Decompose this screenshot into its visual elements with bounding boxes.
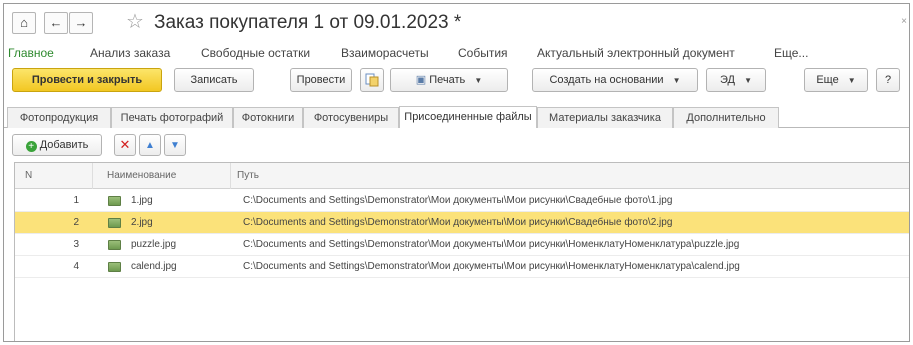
section-edoc[interactable]: Актуальный электронный документ: [537, 42, 735, 64]
forward-button[interactable]: →: [69, 12, 93, 34]
title-bar: ⌂ ← → ☆ Заказ покупателя 1 от 09.01.2023…: [4, 4, 909, 42]
table-header: N Наименование Путь: [15, 163, 909, 189]
edo-button[interactable]: ЭД ▼: [706, 68, 766, 92]
tab-bar: Фотопродукция Печать фотографий Фотокниг…: [4, 104, 909, 128]
document-window: ⌂ ← → ☆ Заказ покупателя 1 от 09.01.2023…: [3, 3, 910, 342]
chevron-down-icon: ▼: [672, 76, 681, 85]
close-icon[interactable]: ×: [901, 16, 907, 27]
row-number: 1: [73, 195, 79, 206]
chevron-down-icon: ▼: [474, 76, 483, 85]
star-icon[interactable]: ☆: [126, 11, 144, 33]
delete-button[interactable]: ✕: [114, 134, 136, 156]
more-button[interactable]: Еще ▼: [804, 68, 868, 92]
create-based-on-button[interactable]: Создать на основании ▼: [532, 68, 698, 92]
row-file-path: C:\Documents and Settings\Demonstrator\М…: [243, 239, 740, 250]
back-button[interactable]: ←: [44, 12, 68, 34]
edo-label: ЭД: [720, 74, 735, 86]
row-file-path: C:\Documents and Settings\Demonstrator\М…: [243, 217, 673, 228]
section-free-stock[interactable]: Свободные остатки: [201, 42, 310, 64]
tab-customer-materials[interactable]: Материалы заказчика: [537, 107, 673, 128]
table-row[interactable]: 4 calend.jpg C:\Documents and Settings\Dem…: [15, 256, 909, 278]
arrow-up-icon: ▲: [145, 140, 155, 151]
post-button[interactable]: Провести: [290, 68, 352, 92]
chevron-down-icon: ▼: [744, 76, 752, 85]
section-main[interactable]: Главное: [8, 42, 54, 64]
tab-photo-print[interactable]: Печать фотографий: [111, 107, 233, 128]
row-file-name: 1.jpg: [131, 195, 153, 206]
row-file-path: C:\Documents and Settings\Demonstrator\М…: [243, 195, 673, 206]
print-button[interactable]: ▣ Печать ▼: [390, 68, 508, 92]
chevron-down-icon: ▼: [847, 76, 856, 85]
section-settlements[interactable]: Взаиморасчеты: [341, 42, 429, 64]
image-file-icon: [108, 196, 121, 206]
tab-photobooks[interactable]: Фотокниги: [233, 107, 303, 128]
section-order-analysis[interactable]: Анализ заказа: [90, 42, 170, 64]
row-file-name: 2.jpg: [131, 217, 153, 228]
post-and-close-button[interactable]: Провести и закрыть: [12, 68, 162, 92]
add-label: Добавить: [39, 139, 89, 151]
more-label: Еще: [816, 74, 839, 86]
row-file-name: calend.jpg: [131, 261, 177, 272]
column-header-n[interactable]: N: [15, 163, 93, 189]
row-number: 3: [73, 239, 79, 250]
arrow-down-icon: ▼: [170, 140, 180, 151]
create-based-label: Создать на основании: [549, 74, 664, 86]
attached-files-table: N Наименование Путь 1 1.jpg C:\Documents a…: [14, 162, 909, 341]
section-events[interactable]: События: [458, 42, 508, 64]
command-bar: Провести и закрыть Записать Провести ▣ П…: [4, 68, 909, 98]
section-panel: Главное Анализ заказа Свободные остатки …: [4, 42, 909, 64]
document-flow-icon: [365, 73, 379, 87]
row-file-path: C:\Documents and Settings\Demonstrator\М…: [243, 261, 740, 272]
add-icon: +: [25, 141, 37, 152]
row-number: 4: [73, 261, 79, 272]
home-icon[interactable]: ⌂: [12, 12, 36, 34]
move-up-button[interactable]: ▲: [139, 134, 161, 156]
table-row[interactable]: 2 2.jpg C:\Documents and Settings\Demonstr…: [15, 212, 909, 234]
tab-additional[interactable]: Дополнительно: [673, 107, 779, 128]
document-flow-button[interactable]: [360, 68, 384, 92]
column-header-path[interactable]: Путь: [231, 163, 909, 189]
write-button[interactable]: Записать: [174, 68, 254, 92]
column-header-name[interactable]: Наименование: [93, 163, 231, 189]
image-file-icon: [108, 240, 121, 250]
tab-photo-souvenirs[interactable]: Фотосувениры: [303, 107, 399, 128]
table-row[interactable]: 1 1.jpg C:\Documents and Settings\Demonstr…: [15, 190, 909, 212]
tab-photo-products[interactable]: Фотопродукция: [7, 107, 111, 128]
image-file-icon: [108, 218, 121, 228]
print-label: Печать: [429, 74, 466, 86]
tab-attached-files[interactable]: Присоединенные файлы: [399, 106, 537, 128]
help-button[interactable]: ?: [876, 68, 900, 92]
add-button[interactable]: + Добавить: [12, 134, 102, 156]
list-toolbar: + Добавить ✕ ▲ ▼: [4, 134, 909, 160]
row-file-name: puzzle.jpg: [131, 239, 177, 250]
table-row[interactable]: 3 puzzle.jpg C:\Documents and Settings\Dem…: [15, 234, 909, 256]
row-number: 2: [73, 217, 79, 228]
printer-icon: ▣: [415, 74, 427, 86]
page-title: Заказ покупателя 1 от 09.01.2023 *: [154, 12, 462, 33]
delete-icon: ✕: [119, 137, 131, 152]
move-down-button[interactable]: ▼: [164, 134, 186, 156]
section-more[interactable]: Еще...: [774, 42, 808, 64]
image-file-icon: [108, 262, 121, 272]
